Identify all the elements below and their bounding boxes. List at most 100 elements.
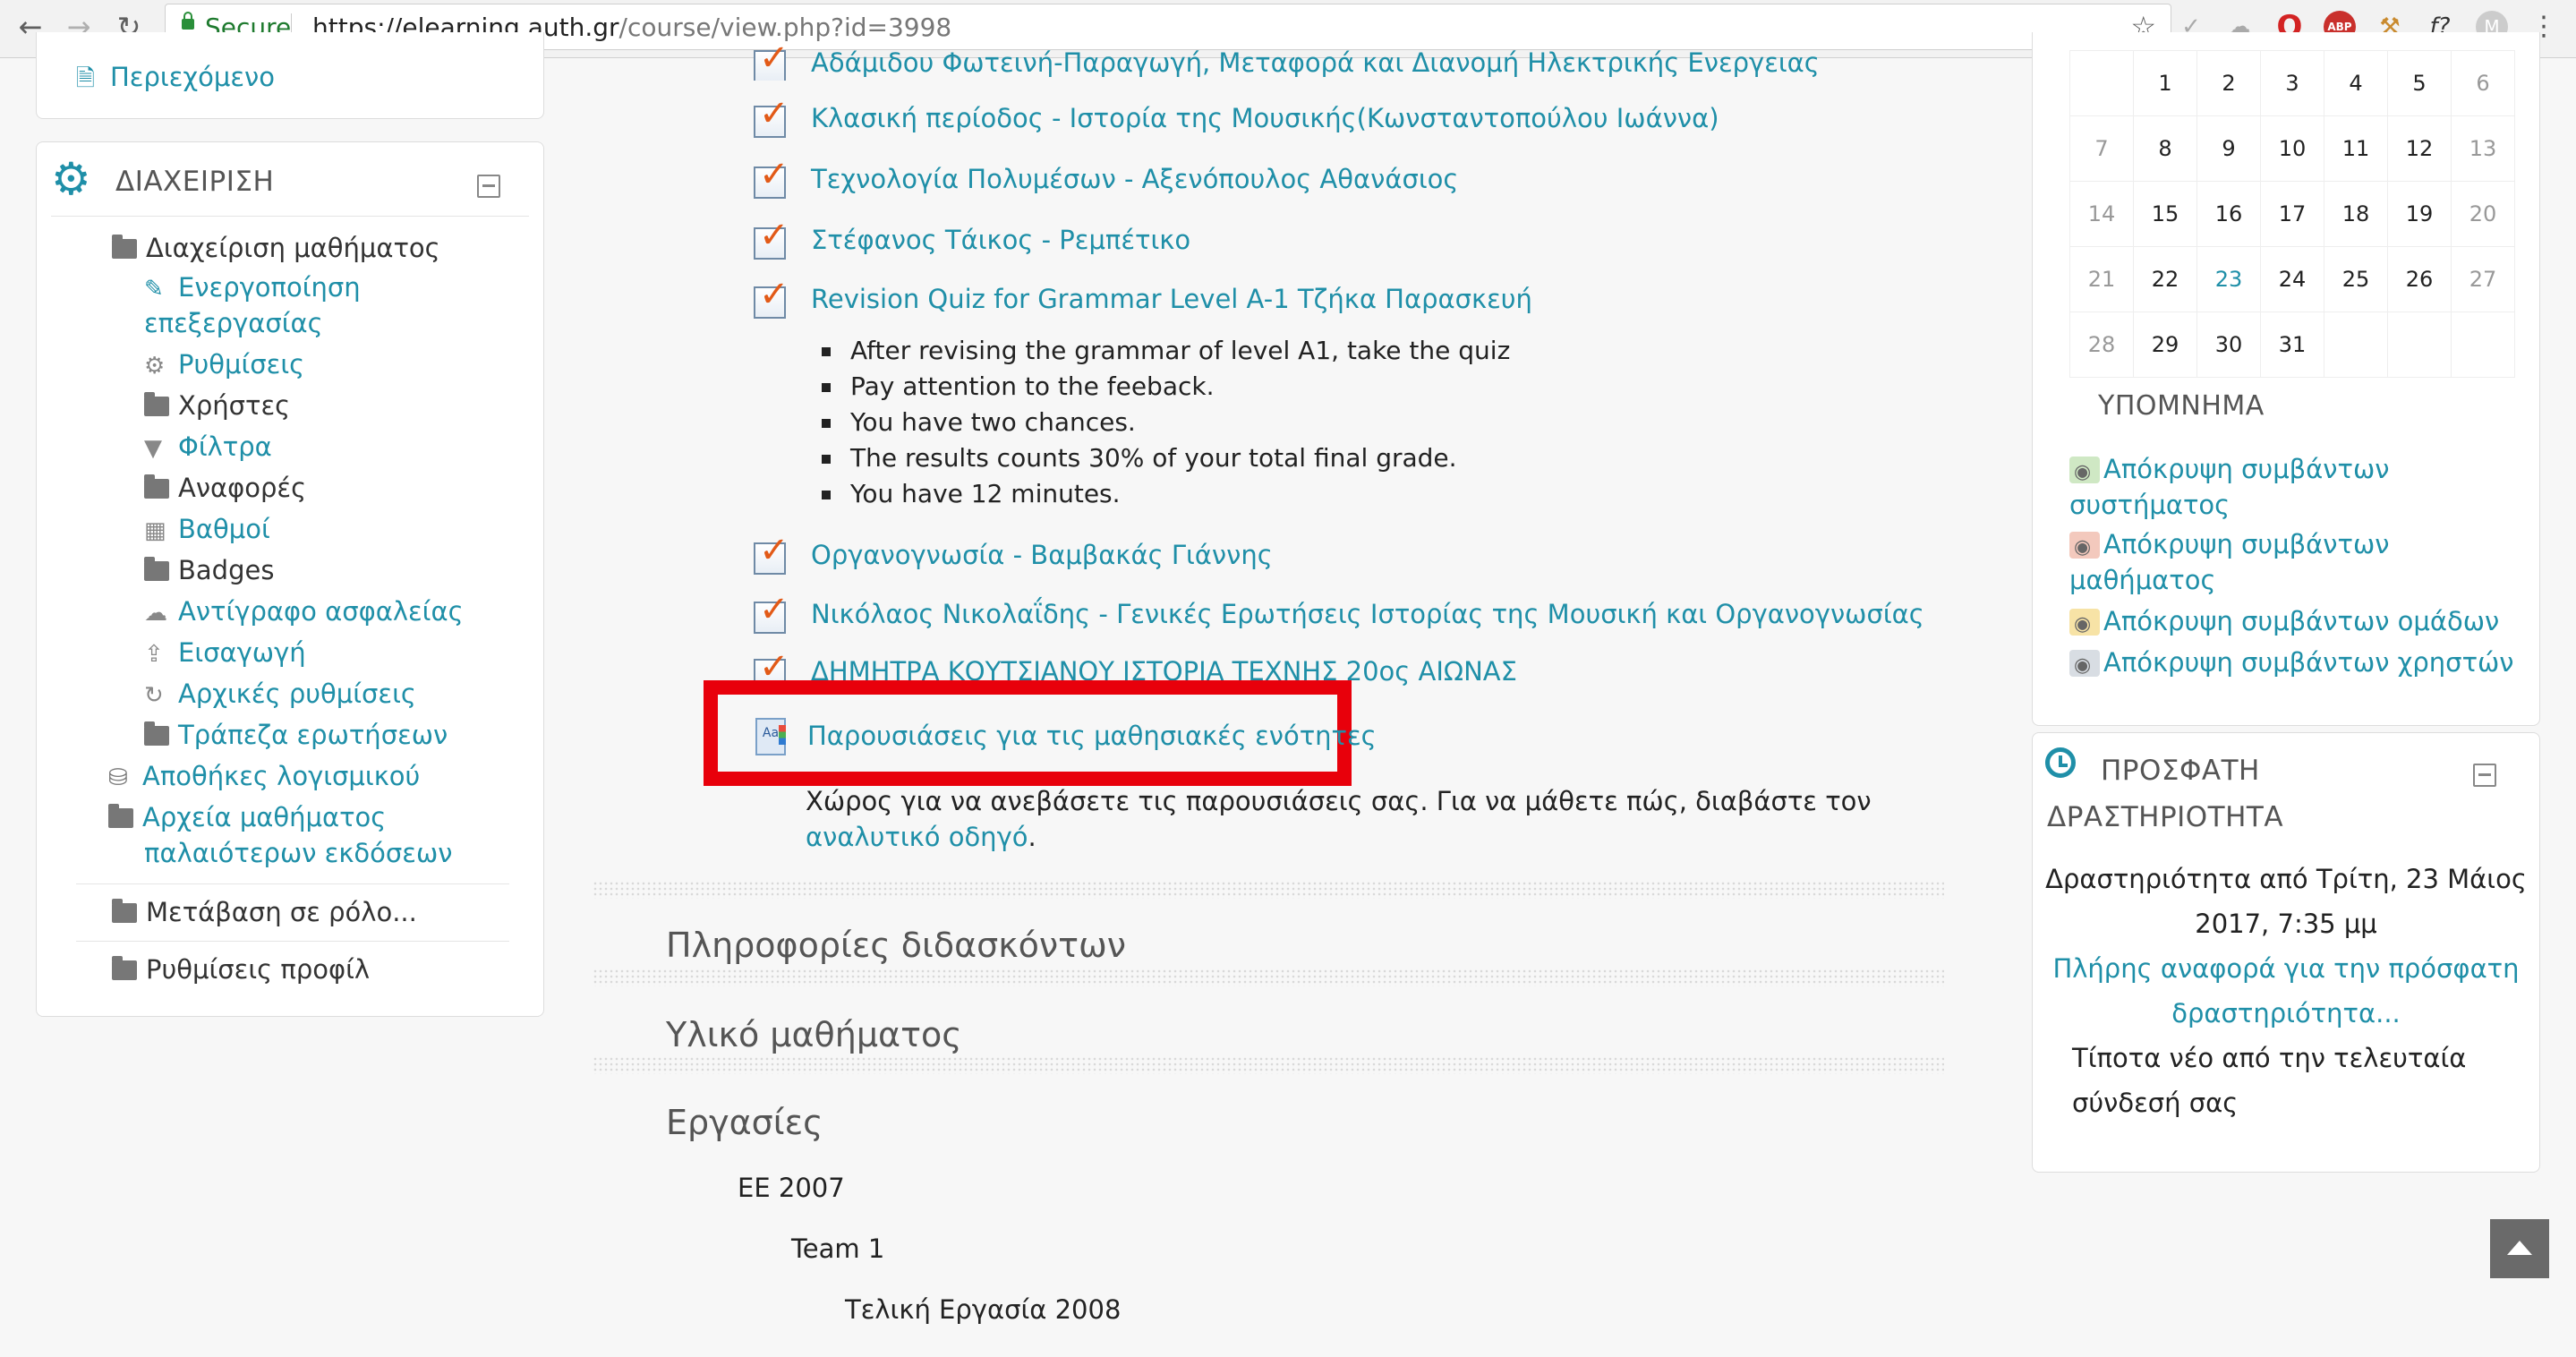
activity-quiz-2[interactable]: ✓ Κλασική περίοδος - Ιστορία της Μουσική… [752,93,1719,138]
folder-icon [108,804,133,828]
lock-icon [182,12,194,30]
administration-block: ⚙ ΔΙΑΧΕΙΡΙΣΗ Διαχείριση μαθήματος ✎ Ενεργ… [36,141,544,1017]
calendar-day[interactable]: 22 [2133,246,2197,312]
calendar-day[interactable]: 25 [2324,246,2388,312]
calendar-day[interactable]: 28 [2069,312,2134,378]
calendar-day[interactable]: 8 [2133,115,2197,182]
quiz-icon: ✓ [752,154,791,199]
switch-role-node[interactable]: Μετάβαση σε ρόλο... [112,894,417,930]
activity-quiz-7[interactable]: ✓ Νικόλαος Νικολαΐδης - Γενικές Ερωτήσει… [752,589,1924,634]
section-assignments[interactable]: Εργασίες [666,1103,823,1142]
profile-settings-node[interactable]: Ρυθμίσεις προφίλ [112,952,370,987]
guide-link[interactable]: αναλυτικό οδηγό [806,822,1028,852]
collapse-icon[interactable] [2473,764,2496,787]
grades-link[interactable]: ▦ Βαθμοί [144,511,270,549]
eye-icon [2069,530,2100,566]
section-material[interactable]: Υλικό μαθήματος [666,1015,962,1054]
course-archives-link-2[interactable]: παλαιότερων εκδόσεων [144,835,452,871]
reports-node[interactable]: Αναφορές [144,470,306,506]
list-item: Pay attention to the feeback. [816,369,1510,405]
calendar-day[interactable]: 16 [2196,181,2261,247]
list-item: The results counts 30% of your total fin… [816,440,1510,476]
back-to-top-button[interactable] [2490,1219,2549,1278]
enable-editing-link-2[interactable]: επεξεργασίας [144,305,323,341]
folder-description-line2: αναλυτικό οδηγό. [806,822,1036,852]
calendar-day[interactable]: 26 [2387,246,2452,312]
calendar-day[interactable]: 23 [2196,246,2261,312]
reset-link[interactable]: ↻ Αρχικές ρυθμίσεις [144,676,416,713]
calendar-day[interactable]: 17 [2260,181,2324,247]
filters-link[interactable]: ▼ Φίλτρα [144,429,272,466]
calendar-day[interactable]: 12 [2387,115,2452,182]
legend-user-events[interactable]: Απόκρυψη συμβάντων χρηστών [2069,644,2514,684]
quiz-icon: ✓ [752,93,791,138]
upload-icon: ⇪ [144,641,164,668]
legend-course-events[interactable]: Απόκρυψη συμβάντων [2069,526,2389,566]
quiz-icon: ✓ [752,274,791,319]
calendar-day[interactable]: 30 [2196,312,2261,378]
section-instructors[interactable]: Πληροφορίες διδασκόντων [666,926,1126,965]
import-link[interactable]: ⇪ Εισαγωγή [144,635,306,672]
activity-quiz-1[interactable]: ✓ Αδάμιδου Φωτεινή-Παραγωγή, Μεταφορά κα… [752,45,1820,81]
calendar-day[interactable]: 5 [2387,50,2452,116]
calendar-day[interactable]: 15 [2133,181,2197,247]
folder-icon [144,392,169,416]
full-report-link-2[interactable]: δραστηριότητα... [2033,998,2539,1028]
folder-description: Χώρος για να ανεβάσετε τις παρουσιάσεις … [806,786,1872,816]
activity-quiz-3[interactable]: ✓ Τεχνολογία Πολυμέσων - Αξενόπουλος Αθα… [752,154,1458,199]
calendar-day[interactable]: 31 [2260,312,2324,378]
calendar-day[interactable]: 10 [2260,115,2324,182]
legend-system-events-2[interactable]: συστήματος [2069,487,2230,523]
full-report-link[interactable]: Πλήρης αναφορά για την πρόσφατη [2033,953,2539,984]
presentations-folder[interactable]: Aa Παρουσιάσεις για τις μαθησιακές ενότη… [752,716,1377,755]
folder-open-icon [112,235,137,259]
calendar-day[interactable]: 27 [2451,246,2515,312]
calendar-day[interactable]: 14 [2069,181,2134,247]
activity-since-line1: Δραστηριότητα από Τρίτη, 23 Μάιος [2045,864,2527,894]
calendar-day[interactable]: 9 [2196,115,2261,182]
legend-group-events[interactable]: Απόκρυψη συμβάντων ομάδων [2069,603,2499,643]
calendar-day[interactable]: 18 [2324,181,2388,247]
calendar-day [2069,50,2134,116]
calendar-day[interactable]: 6 [2451,50,2515,116]
enable-editing-link[interactable]: ✎ Ενεργοποίηση [144,269,361,307]
calendar-day[interactable]: 20 [2451,181,2515,247]
contents-item[interactable]: 🗎 Περιεχόμενο [76,59,275,97]
nothing-new-line2: σύνδεσή σας [2072,1088,2239,1118]
activity-quiz-6[interactable]: ✓ Οργανογνωσία - Βαμβακάς Γιάννης [752,530,1273,575]
activity-quiz-4[interactable]: ✓ Στέφανος Τάικος - Ρεμπέτικο [752,215,1190,260]
repositories-link[interactable]: ⛁ Αποθήκες λογισμικού [108,758,420,796]
legend-system-events[interactable]: Απόκρυψη συμβάντων [2069,451,2389,491]
badges-node[interactable]: Badges [144,552,274,588]
gear-icon: ⚙ [144,353,166,380]
calendar-day[interactable]: 21 [2069,246,2134,312]
quiz-description: After revising the grammar of level A1, … [816,333,1510,512]
course-admin-node[interactable]: Διαχείριση μαθήματος [112,230,440,266]
calendar-day[interactable]: 3 [2260,50,2324,116]
tree-node-team1[interactable]: Team 1 [791,1233,884,1264]
legend-course-events-2[interactable]: μαθήματος [2069,562,2215,598]
tree-node-final-project[interactable]: Τελική Εργασία 2008 [845,1294,1121,1325]
calendar-day[interactable]: 2 [2196,50,2261,116]
cloud-download-icon: ☁ [144,600,167,627]
calendar-day[interactable]: 7 [2069,115,2134,182]
settings-link[interactable]: ⚙ Ρυθμίσεις [144,346,304,384]
folder-icon [144,721,169,746]
quiz-icon: ✓ [752,45,791,81]
activity-quiz-5[interactable]: ✓ Revision Quiz for Grammar Level A-1 Τζ… [752,274,1532,319]
users-node[interactable]: Χρήστες [144,388,290,423]
collapse-icon[interactable] [477,175,500,198]
activity-since-line2: 2017, 7:35 μμ [2195,909,2377,939]
calendar-day[interactable]: 13 [2451,115,2515,182]
calendar-day[interactable]: 1 [2133,50,2197,116]
eye-icon [2069,607,2100,643]
backup-link[interactable]: ☁ Αντίγραφο ασφαλείας [144,593,464,631]
calendar-day[interactable]: 11 [2324,115,2388,182]
calendar-day[interactable]: 19 [2387,181,2452,247]
question-bank-node[interactable]: Τράπεζα ερωτήσεων [144,717,448,753]
calendar-day[interactable]: 29 [2133,312,2197,378]
calendar-day[interactable]: 24 [2260,246,2324,312]
calendar-day[interactable]: 4 [2324,50,2388,116]
course-archives-link[interactable]: Αρχεία μαθήματος [108,799,386,835]
tree-node-ee2007[interactable]: ΕΕ 2007 [738,1173,845,1203]
